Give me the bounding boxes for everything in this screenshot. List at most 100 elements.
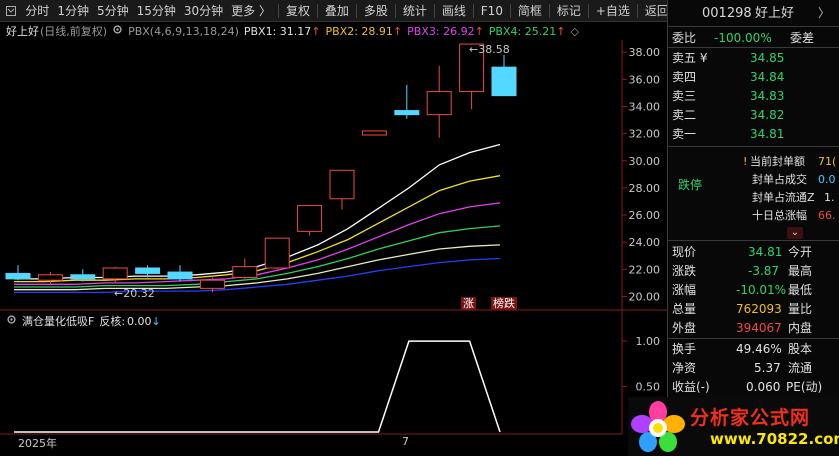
collapse-chevron-icon[interactable]: ⌄	[787, 227, 803, 239]
stat-label: 外盘	[672, 321, 697, 335]
candle-body	[5, 272, 31, 280]
overlay-button[interactable]: 叠加	[321, 0, 353, 22]
pbx1-arrow-icon: ↑	[311, 24, 321, 38]
limit-row-label: 封单占成交	[752, 173, 807, 186]
stock-name-label: 好上好	[6, 25, 39, 38]
add-watchlist-button[interactable]: +自选	[592, 0, 634, 22]
ask-label: 卖三	[672, 89, 697, 103]
settings-gear-icon[interactable]	[112, 24, 123, 38]
weibi-value: -100.00%	[714, 31, 772, 45]
pbx-line-1	[14, 143, 501, 280]
sub-y-tick-label: 0.50	[636, 381, 661, 394]
stat-row: 涨跌 -3.87 最高	[668, 262, 839, 280]
y-tick-label: 20.00	[629, 291, 661, 304]
candle-body	[394, 110, 420, 116]
y-tick-label: 22.00	[629, 263, 661, 276]
fuquan-button[interactable]: 复权	[282, 0, 314, 22]
stat-value: -3.87	[748, 264, 780, 278]
y-tick-label: 32.00	[629, 128, 661, 141]
candle-body	[199, 279, 225, 289]
simple-frame-button[interactable]: 简框	[514, 0, 546, 22]
y-tick-label: 36.00	[629, 73, 661, 86]
weibi-row: 委比 -100.00% 委差	[668, 29, 839, 47]
stats-button[interactable]: 统计	[399, 0, 431, 22]
ask-row-3[interactable]: 卖三 34.83	[668, 87, 839, 105]
flower-logo-icon	[631, 401, 685, 452]
stat-label: 换手	[672, 342, 697, 356]
sub-y-tick-label: 1.00	[636, 335, 661, 348]
ask-label: 卖一	[672, 127, 697, 141]
ask-row-5[interactable]: 卖五 ¥ 34.85	[668, 49, 839, 67]
ask-price: 34.83	[750, 89, 785, 103]
stat-label: 涨幅	[672, 283, 697, 297]
toolbar-divider	[587, 3, 589, 18]
limit-row-label: 封单占流通Z	[752, 191, 815, 204]
tab-5min[interactable]: 5分钟	[93, 0, 133, 22]
toolbar-divider	[509, 3, 511, 18]
stat-value: -10.01%	[736, 283, 787, 297]
y-tick-label: 30.00	[629, 155, 661, 168]
multi-stock-button[interactable]: 多股	[360, 0, 392, 22]
candle-body	[102, 267, 128, 280]
sub-indicator-lines	[14, 340, 501, 433]
fanhe-value: 0.00	[127, 314, 152, 328]
mark-button[interactable]: 标记	[553, 0, 585, 22]
site-logo: 分析家公式网 www.70822.com	[628, 397, 839, 456]
sub-settings-gear-icon[interactable]	[6, 314, 17, 328]
tab-30min[interactable]: 30分钟	[180, 0, 227, 22]
stat-label: PE(动)	[786, 380, 823, 394]
high-price-marker: ←38.58	[469, 43, 510, 56]
draw-line-button[interactable]: 画线	[438, 0, 470, 22]
diamond-icon[interactable]: ◇	[570, 25, 578, 38]
toolbar-divider	[277, 3, 279, 18]
bangdie-tag[interactable]: 榜跌	[491, 297, 517, 310]
tab-fenshi[interactable]: 分时	[21, 0, 53, 22]
stat-value: 0.060	[746, 380, 781, 394]
stat-row: 收益(-) 0.060 PE(动)	[668, 378, 839, 396]
candle-body	[361, 130, 387, 136]
toolbar-divider	[636, 3, 638, 18]
chart-canvas[interactable]: 38.00 36.00 34.00 32.00 30.00 28.00 26.00 24.00…	[0, 0, 667, 456]
pbx2-arrow-icon: ↑	[392, 24, 403, 38]
y-tick-label: 34.00	[629, 101, 661, 114]
fanhe-line	[14, 340, 501, 433]
ask-row-2[interactable]: 卖二 34.82	[668, 106, 839, 124]
main-y-axis: 38.00 36.00 34.00 32.00 30.00 28.00 26.00 24.00…	[622, 46, 661, 304]
panel-header: 001298 好上好 〉	[668, 3, 839, 25]
tab-more[interactable]: 更多 〉	[227, 0, 275, 22]
tab-15min[interactable]: 15分钟	[133, 0, 180, 22]
high-marker-arrow-icon: ←	[469, 43, 479, 56]
panel-divider	[668, 146, 839, 147]
pbx3-value: PBX3: 26.92	[407, 24, 475, 38]
zhang-tag[interactable]: 涨	[461, 297, 476, 310]
f10-button[interactable]: F10	[477, 0, 507, 22]
weicha-label: 委差	[790, 31, 815, 45]
stat-label: 流通	[788, 361, 813, 375]
ask-price: 34.81	[750, 127, 785, 141]
indicator-params-label[interactable]: PBX(4,6,9,13,18,24)	[128, 25, 239, 38]
x-axis-month-label: 7	[402, 435, 409, 448]
pbx4-arrow-icon: ↑	[556, 24, 566, 38]
pbx-lines	[14, 143, 501, 294]
limit-row: 封单占成交 0.0	[668, 171, 839, 189]
stock-code: 001298	[702, 6, 752, 21]
ask-row-1[interactable]: 卖一 34.81	[668, 125, 839, 143]
quote-panel: 001298 好上好 〉 委比 -100.00% 委差 卖五 ¥ 34.85 卖…	[667, 0, 839, 456]
pbx-line-4	[14, 225, 501, 288]
low-marker-value: 20.32	[123, 287, 155, 300]
ask-price: 34.85	[750, 51, 785, 65]
panel-nav-chevron-icon[interactable]: 〉	[818, 4, 830, 22]
period-toggle-icon[interactable]	[0, 0, 21, 22]
ask-row-4[interactable]: 卖四 34.84	[668, 68, 839, 86]
stat-label: 量比	[788, 302, 813, 316]
limit-row-value: 0.0	[818, 173, 836, 186]
stat-label: 涨跌	[672, 264, 697, 278]
stat-value: 5.37	[754, 361, 781, 375]
ask-price: 34.84	[750, 70, 785, 84]
fanhe-label: 反核:	[99, 315, 126, 328]
tab-1min[interactable]: 1分钟	[53, 0, 93, 22]
limit-row-value: 71(	[818, 155, 837, 168]
formula-name-label[interactable]: 满仓量化低吸F	[22, 313, 94, 329]
pbx-line-2	[14, 175, 501, 283]
candle-body	[426, 91, 452, 116]
